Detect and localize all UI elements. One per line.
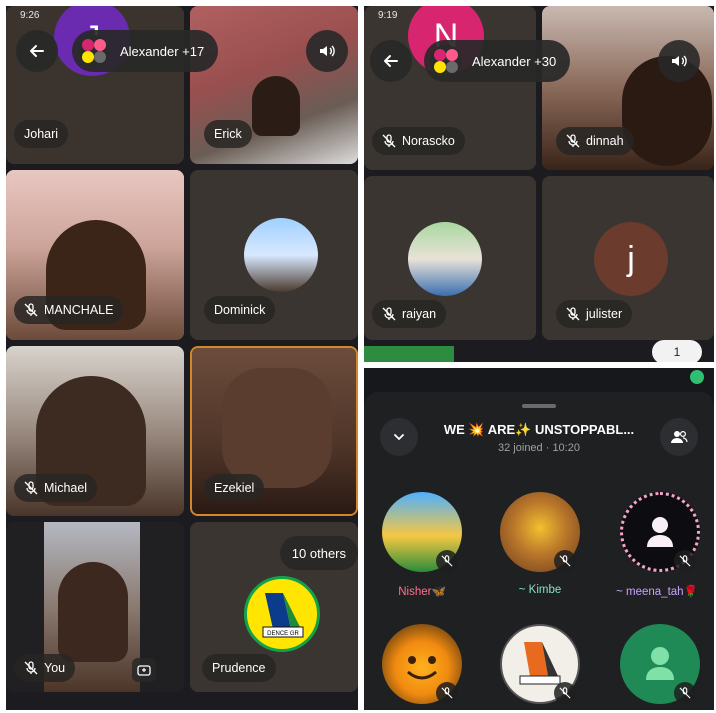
voice-chat-sheet: WE 💥 ARE✨ UNSTOPPABL... 32 joined · 10:2…: [364, 368, 714, 710]
group-participants-pill[interactable]: Alexander +30: [424, 40, 571, 82]
participant-name-pill: Norascko: [372, 127, 465, 155]
tile-raiyan[interactable]: raiyan: [364, 176, 536, 340]
call-screen-left: J Johari Erick MANCHALE Dominick Michael…: [6, 6, 358, 710]
mic-off-icon: [436, 682, 458, 704]
mic-active-indicator: [690, 370, 704, 384]
mic-off-icon: [554, 550, 576, 572]
others-count-badge[interactable]: 10 others: [279, 536, 358, 570]
mic-off-icon: [554, 682, 576, 704]
switch-camera-button[interactable]: [132, 658, 156, 682]
person-silhouette: [252, 76, 300, 136]
mic-off-icon: [382, 134, 396, 148]
participant-emoji[interactable]: [378, 624, 464, 710]
participant-name-pill: julister: [556, 300, 633, 328]
mic-off-icon: [24, 303, 38, 317]
participant-name: ~ Kimbe: [518, 584, 562, 596]
arrow-left-icon: [384, 55, 398, 67]
mic-off-icon: [674, 682, 696, 704]
avatar: j: [594, 222, 668, 296]
voice-chat-subtitle: 32 joined · 10:20: [498, 442, 580, 454]
mic-off-icon: [674, 550, 696, 572]
participant-name-pill: dinnah: [556, 127, 634, 155]
participant-kimbe[interactable]: ~ Kimbe: [496, 492, 582, 602]
arrow-left-icon: [30, 45, 44, 57]
avatar: [408, 222, 482, 296]
tile-michael[interactable]: Michael: [6, 346, 184, 516]
status-bar-time: 9:19: [378, 10, 398, 21]
group-label: Alexander +30: [472, 53, 557, 69]
participant-name-pill: Johari: [14, 120, 69, 148]
speaker-icon: [672, 55, 687, 67]
participant-name-pill: MANCHALE: [14, 296, 124, 324]
people-icon: [671, 430, 688, 443]
speaker-button[interactable]: [658, 40, 700, 82]
mic-off-icon: [566, 307, 580, 321]
group-avatar-icon: [430, 45, 462, 77]
avatar: [244, 218, 318, 292]
tile-norascko[interactable]: N Norascko: [364, 6, 536, 170]
participant-meena[interactable]: ~ meena_tah🌹: [614, 492, 704, 602]
participant-default[interactable]: [614, 624, 704, 710]
avatar: DENCE GR: [244, 576, 320, 652]
group-label: Alexander +17: [120, 43, 205, 59]
person-silhouette: [58, 562, 128, 662]
logo-text: DENCE GR: [267, 631, 299, 637]
tile-erick[interactable]: Erick: [190, 6, 358, 164]
participant-name: Nisher🦋: [398, 586, 446, 598]
group-logo-icon: DENCE GR: [262, 593, 304, 638]
participant-name: ~ meena_tah🌹: [616, 586, 698, 598]
speaker-icon: [320, 45, 335, 57]
person-silhouette: [222, 368, 332, 488]
tile-ezekiel[interactable]: Ezekiel: [190, 346, 358, 516]
tile-dominick[interactable]: Dominick: [190, 170, 358, 340]
tile-julister[interactable]: j julister: [542, 176, 714, 340]
mic-off-icon: [24, 661, 38, 675]
back-button[interactable]: [370, 40, 412, 82]
voice-chat-title: WE 💥 ARE✨ UNSTOPPABL...: [443, 422, 635, 437]
participant-dence[interactable]: [496, 624, 582, 710]
mic-off-icon: [382, 307, 396, 321]
drag-handle[interactable]: [522, 404, 556, 408]
participant-name-pill: Erick: [204, 120, 252, 148]
camera-switch-icon: [137, 665, 151, 676]
collapse-button[interactable]: [380, 418, 418, 456]
speaker-button[interactable]: [306, 30, 348, 72]
participant-name-pill: Michael: [14, 474, 98, 502]
mic-off-icon: [566, 134, 580, 148]
group-avatar-icon: [78, 35, 110, 67]
group-participants-pill[interactable]: Alexander +17: [72, 30, 219, 72]
participant-name-pill: Dominick: [204, 296, 276, 324]
back-button[interactable]: [16, 30, 58, 72]
mic-off-icon: [436, 550, 458, 572]
participants-button[interactable]: [660, 418, 698, 456]
participant-name-pill: You: [14, 654, 76, 682]
participant-counter-badge[interactable]: 1: [652, 340, 702, 362]
tile-dinnah[interactable]: dinnah: [542, 6, 714, 170]
participant-name-pill: Ezekiel: [204, 474, 265, 502]
call-screen-right-top: N Norascko dinnah raiyan j julister 1 9:…: [364, 6, 714, 362]
participant-nisher[interactable]: Nisher🦋: [378, 492, 464, 602]
chevron-down-icon: [394, 434, 404, 441]
tile-you[interactable]: You: [6, 522, 184, 692]
participant-name-pill: Prudence: [202, 654, 276, 682]
tile-manchale[interactable]: MANCHALE: [6, 170, 184, 340]
participant-name-pill: raiyan: [372, 300, 447, 328]
tile-prudence[interactable]: 10 others DENCE GR Prudence: [190, 522, 358, 692]
partial-tile: [364, 346, 454, 362]
status-bar-time: 9:26: [20, 10, 40, 21]
mic-off-icon: [24, 481, 38, 495]
